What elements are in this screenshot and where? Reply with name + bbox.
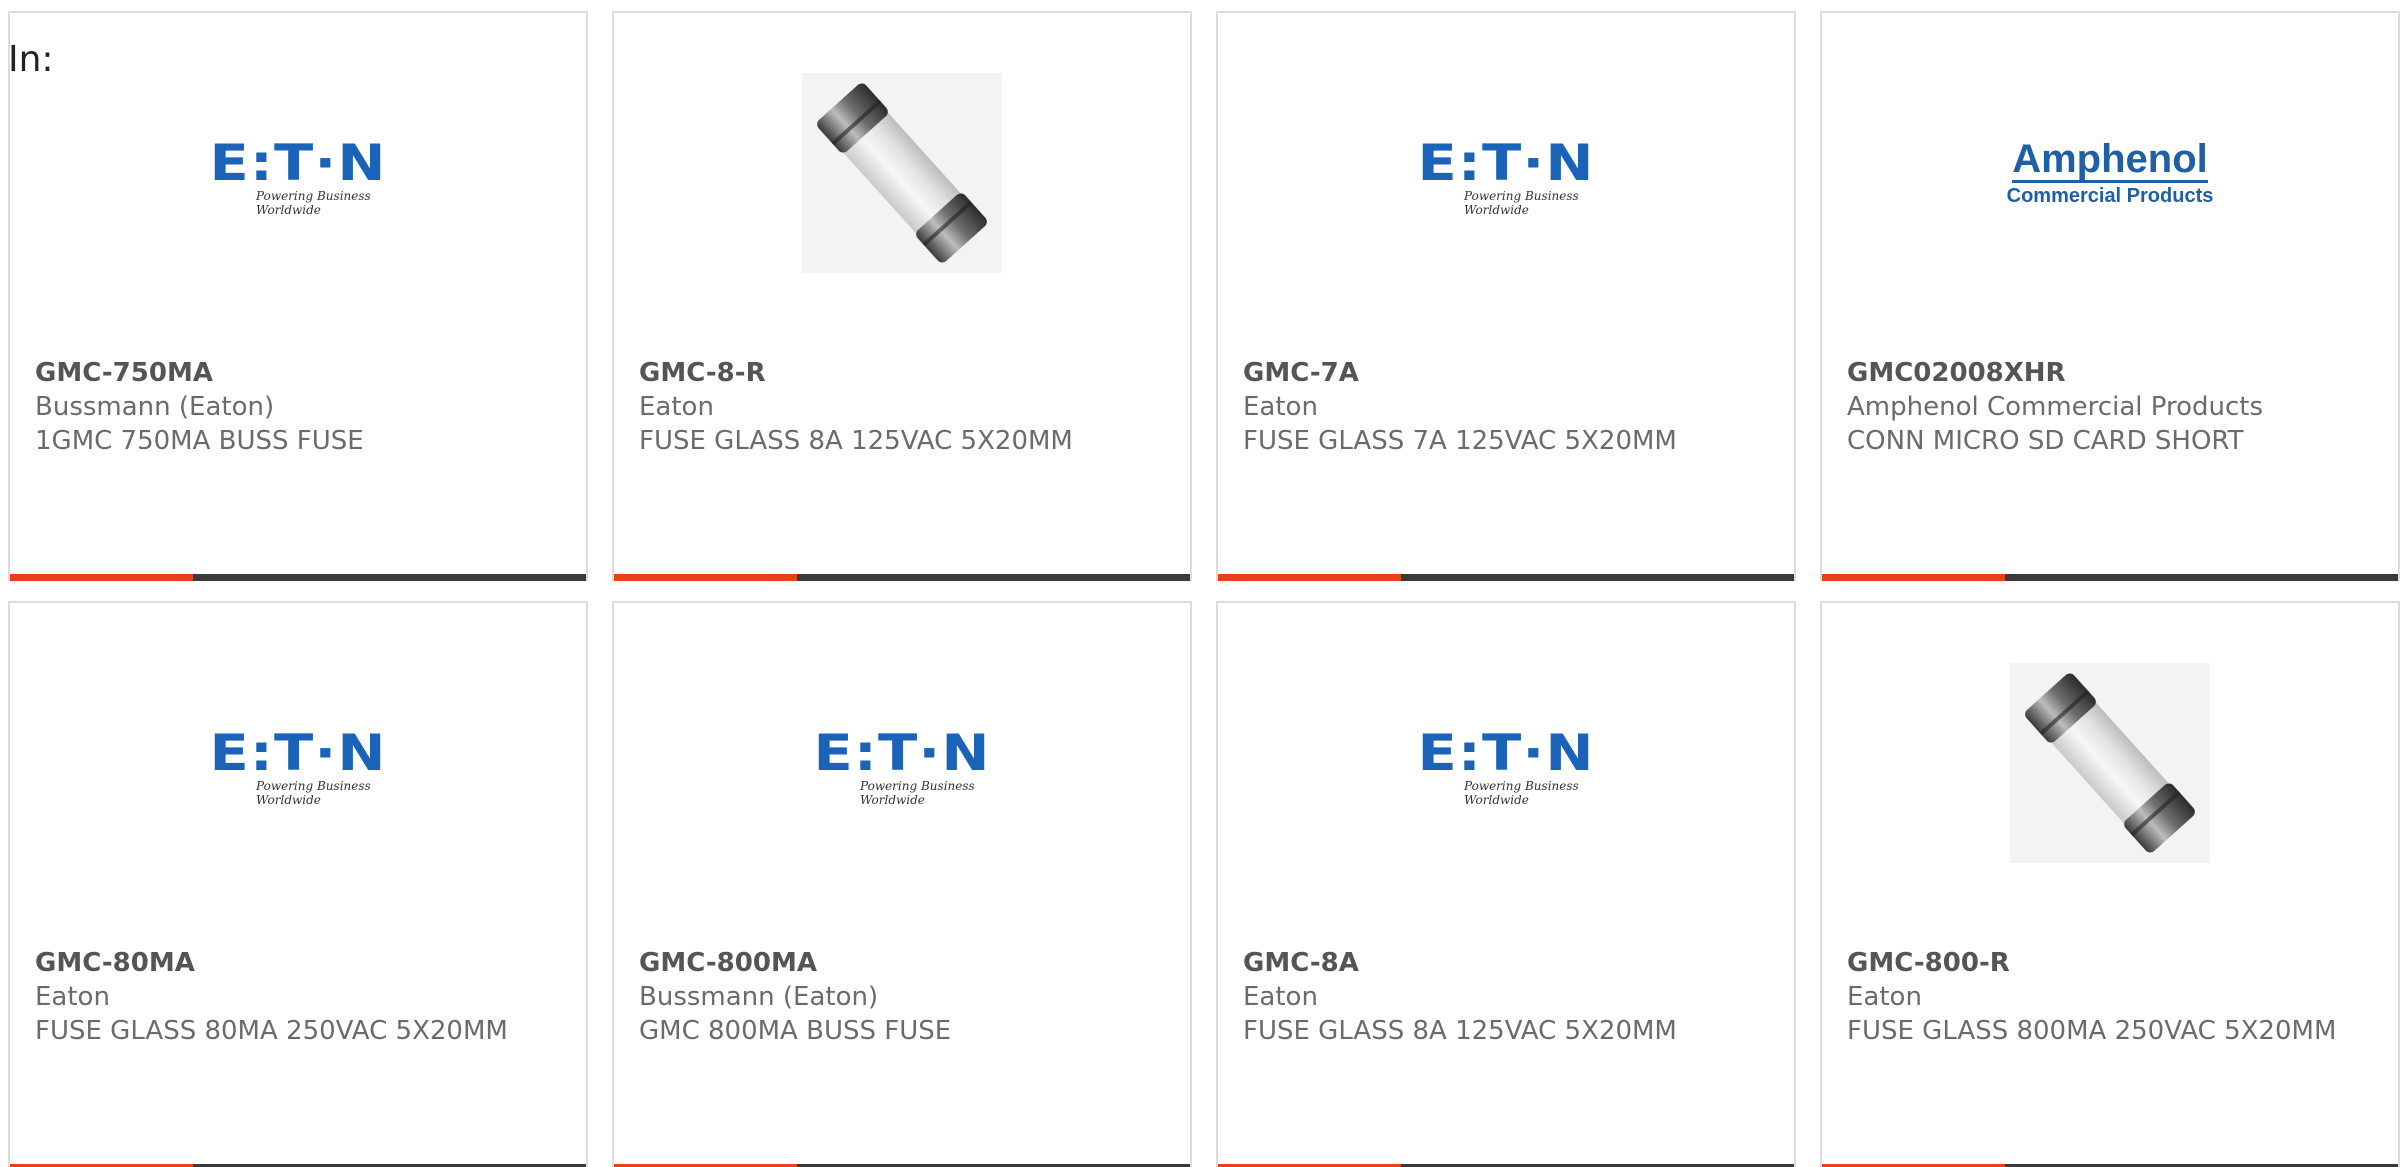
manufacturer-label: Eaton: [639, 392, 714, 422]
product-card[interactable]: E:T·N Powering Business Worldwide GMC-80…: [8, 601, 588, 1167]
eaton-logo-word: E:T·N: [209, 724, 387, 782]
card-footer-bar: [614, 574, 1190, 581]
product-card[interactable]: E:T·N Powering Business Worldwide GMC-75…: [8, 11, 588, 581]
card-footer-accent: [614, 574, 797, 581]
part-number-link[interactable]: GMC-750MA: [35, 356, 566, 390]
product-card[interactable]: Amphenol Commercial Products GMC02008XHR…: [1820, 11, 2400, 581]
part-number-link[interactable]: GMC02008XHR: [1847, 356, 2378, 390]
product-info: GMC-750MA Bussmann (Eaton) 1GMC 750MA BUSS…: [35, 356, 566, 458]
description-label: 1GMC 750MA BUSS FUSE: [35, 426, 364, 456]
amphenol-logo-sub: Commercial Products: [2006, 185, 2214, 207]
product-card[interactable]: GMC-8-R Eaton FUSE GLASS 8A 125VAC 5X20MM: [612, 11, 1192, 581]
eaton-logo-tagline: Powering Business Worldwide: [860, 779, 975, 807]
eaton-logo-word: E:T·N: [1417, 134, 1595, 192]
filter-label: In:: [8, 39, 54, 80]
manufacturer-label: Eaton: [1243, 392, 1318, 422]
manufacturer-label: Amphenol Commercial Products: [1847, 392, 2263, 422]
manufacturer-label: Eaton: [1847, 982, 1922, 1012]
eaton-logo-tagline: Powering Business Worldwide: [256, 779, 371, 807]
part-number-link[interactable]: GMC-80MA: [35, 946, 566, 980]
part-number-link[interactable]: GMC-8A: [1243, 946, 1774, 980]
glass-fuse-photo: [802, 73, 1002, 273]
product-image[interactable]: Amphenol Commercial Products: [1822, 73, 2398, 273]
product-card[interactable]: E:T·N Powering Business Worldwide GMC-8A…: [1216, 601, 1796, 1167]
glass-fuse-icon: [817, 83, 987, 263]
card-footer-bar: [1218, 574, 1794, 581]
product-image[interactable]: E:T·N Powering Business Worldwide: [10, 73, 586, 273]
amphenol-logo: Amphenol Commercial Products: [2005, 138, 2215, 208]
product-info: GMC-800MA Bussmann (Eaton) GMC 800MA BUSS …: [639, 946, 1170, 1048]
product-info: GMC-80MA Eaton FUSE GLASS 80MA 250VAC 5X20…: [35, 946, 566, 1048]
eaton-logo: E:T·N Powering Business Worldwide: [196, 724, 400, 807]
description-label: FUSE GLASS 7A 125VAC 5X20MM: [1243, 426, 1677, 456]
eaton-logo: E:T·N Powering Business Worldwide: [196, 134, 400, 217]
eaton-logo: E:T·N Powering Business Worldwide: [1404, 134, 1608, 217]
eaton-logo: E:T·N Powering Business Worldwide: [1404, 724, 1608, 807]
product-image[interactable]: E:T·N Powering Business Worldwide: [1218, 663, 1794, 863]
product-image[interactable]: E:T·N Powering Business Worldwide: [614, 663, 1190, 863]
product-card[interactable]: E:T·N Powering Business Worldwide GMC-80…: [612, 601, 1192, 1167]
product-info: GMC-7A Eaton FUSE GLASS 7A 125VAC 5X20MM: [1243, 356, 1774, 458]
product-image[interactable]: [1822, 663, 2398, 863]
amphenol-logo-word: Amphenol: [2012, 137, 2208, 183]
eaton-logo-tagline: Powering Business Worldwide: [1464, 189, 1579, 217]
manufacturer-label: Eaton: [35, 982, 110, 1012]
part-number-link[interactable]: GMC-8-R: [639, 356, 1170, 390]
eaton-logo-word: E:T·N: [209, 134, 387, 192]
part-number-link[interactable]: GMC-800MA: [639, 946, 1170, 980]
product-image[interactable]: [614, 73, 1190, 273]
card-footer-bar: [10, 574, 586, 581]
manufacturer-label: Bussmann (Eaton): [639, 982, 879, 1012]
description-label: FUSE GLASS 8A 125VAC 5X20MM: [1243, 1016, 1677, 1046]
eaton-logo-tagline: Powering Business Worldwide: [256, 189, 371, 217]
card-footer-accent: [10, 574, 193, 581]
product-card[interactable]: GMC-800-R Eaton FUSE GLASS 800MA 250VAC 5X…: [1820, 601, 2400, 1167]
product-card[interactable]: E:T·N Powering Business Worldwide GMC-7A…: [1216, 11, 1796, 581]
eaton-logo-tagline: Powering Business Worldwide: [1464, 779, 1579, 807]
eaton-logo-word: E:T·N: [1417, 724, 1595, 782]
description-label: CONN MICRO SD CARD SHORT: [1847, 426, 2244, 456]
product-grid: E:T·N Powering Business Worldwide GMC-75…: [8, 11, 2400, 1167]
description-label: FUSE GLASS 800MA 250VAC 5X20MM: [1847, 1016, 2337, 1046]
eaton-logo: E:T·N Powering Business Worldwide: [800, 724, 1004, 807]
part-number-link[interactable]: GMC-7A: [1243, 356, 1774, 390]
manufacturer-label: Eaton: [1243, 982, 1318, 1012]
part-number-link[interactable]: GMC-800-R: [1847, 946, 2378, 980]
product-info: GMC-8A Eaton FUSE GLASS 8A 125VAC 5X20MM: [1243, 946, 1774, 1048]
product-info: GMC02008XHR Amphenol Commercial Products C…: [1847, 356, 2378, 458]
eaton-logo-word: E:T·N: [813, 724, 991, 782]
product-info: GMC-8-R Eaton FUSE GLASS 8A 125VAC 5X20MM: [639, 356, 1170, 458]
product-info: GMC-800-R Eaton FUSE GLASS 800MA 250VAC 5X…: [1847, 946, 2378, 1048]
card-footer-accent: [1822, 574, 2005, 581]
description-label: GMC 800MA BUSS FUSE: [639, 1016, 952, 1046]
manufacturer-label: Bussmann (Eaton): [35, 392, 275, 422]
card-footer-accent: [1218, 574, 1401, 581]
glass-fuse-icon: [2025, 673, 2195, 853]
card-footer-bar: [1822, 574, 2398, 581]
product-image[interactable]: E:T·N Powering Business Worldwide: [1218, 73, 1794, 273]
glass-fuse-photo: [2010, 663, 2210, 863]
description-label: FUSE GLASS 80MA 250VAC 5X20MM: [35, 1016, 508, 1046]
product-image[interactable]: E:T·N Powering Business Worldwide: [10, 663, 586, 863]
page: In: E:T·N Powering Business Worldwide GM…: [0, 0, 2400, 1167]
description-label: FUSE GLASS 8A 125VAC 5X20MM: [639, 426, 1073, 456]
